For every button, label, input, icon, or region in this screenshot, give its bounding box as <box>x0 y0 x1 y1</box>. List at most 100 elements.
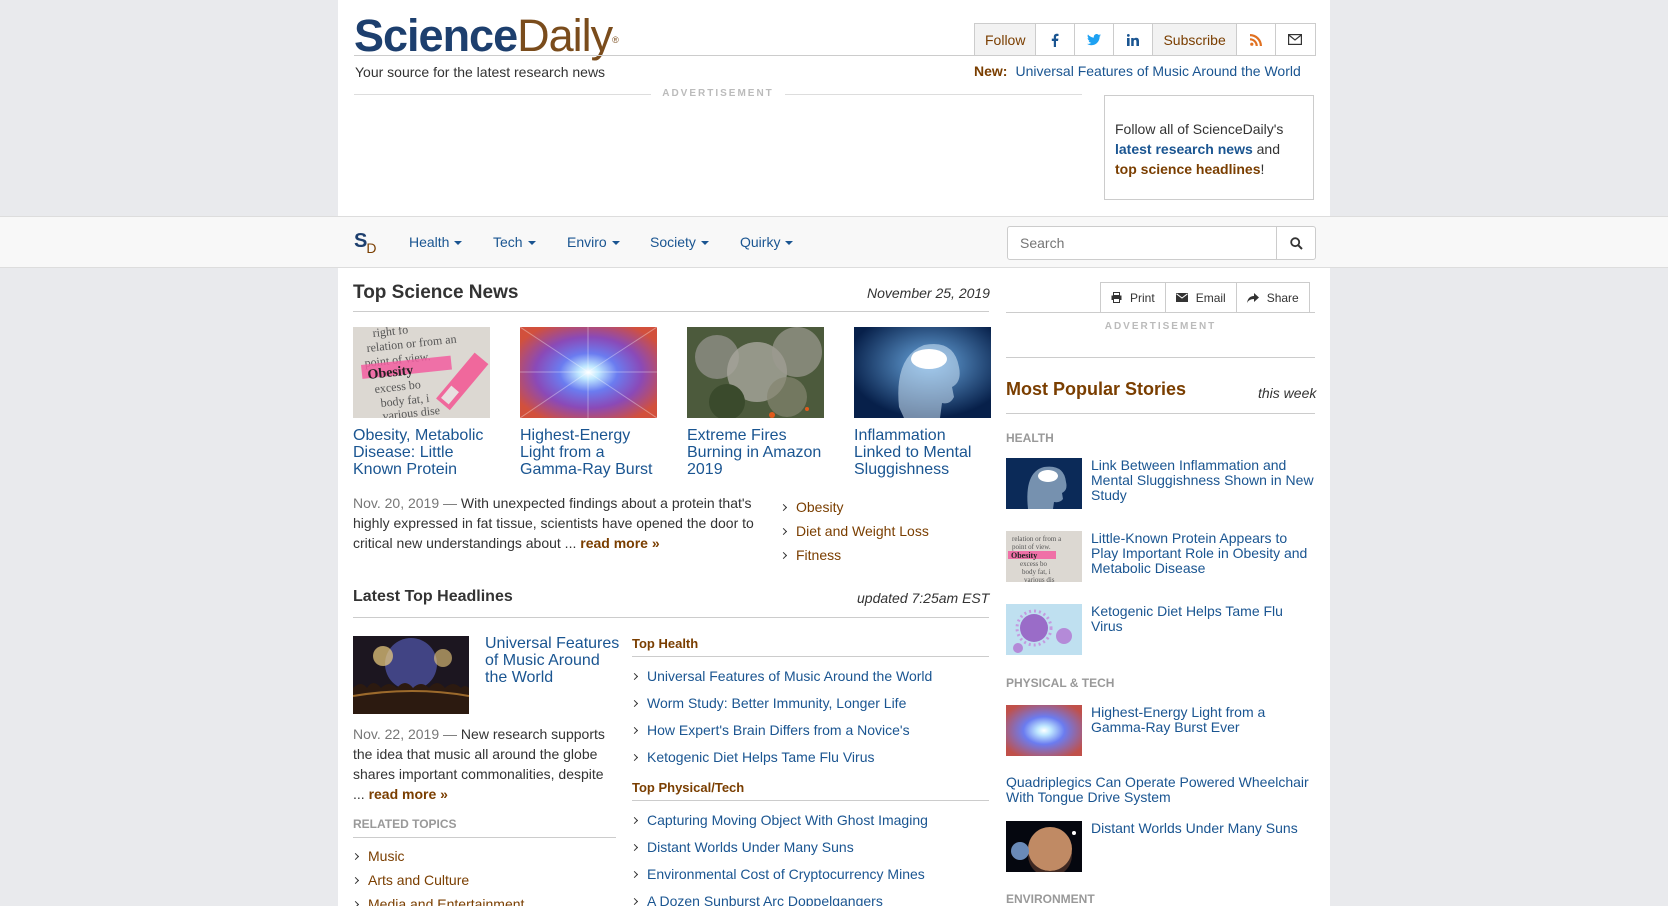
story-title-inflammation[interactable]: Inflammation Linked to Mental Sluggishne… <box>854 427 994 478</box>
chevron-right-icon <box>630 672 639 681</box>
topic-label: Fitness <box>796 547 842 563</box>
popular-story-title[interactable]: Ketogenic Diet Helps Tame Flu Virus <box>1091 604 1315 634</box>
latest-updated-time: updated 7:25am EST <box>857 590 990 606</box>
site-header: ScienceDaily® Your source for the latest… <box>338 0 1330 216</box>
share-button[interactable]: Share <box>1236 283 1309 312</box>
story-thumbnail-inflammation[interactable] <box>854 327 991 418</box>
headline-item[interactable]: A Dozen Sunburst Arc Doppelgangers <box>630 891 928 906</box>
summary-date: Nov. 20, 2019 <box>353 495 440 511</box>
email-icon[interactable] <box>1276 24 1315 55</box>
print-icon <box>1111 292 1122 303</box>
topic-item[interactable]: Obesity <box>779 497 929 521</box>
svg-text:excess bo: excess bo <box>1020 560 1048 568</box>
linkedin-icon[interactable] <box>1114 24 1154 55</box>
headline-item[interactable]: Capturing Moving Object With Ghost Imagi… <box>630 810 928 837</box>
top-science-news-heading: Top Science News <box>353 282 519 303</box>
top-health-list: Universal Features of Music Around the W… <box>630 666 932 774</box>
nav-society[interactable]: Society <box>650 234 709 250</box>
popular-story-title-no-thumb[interactable]: Quadriplegics Can Operate Powered Wheelc… <box>1006 775 1316 805</box>
topic-item[interactable]: Diet and Weight Loss <box>779 521 929 545</box>
headline-item[interactable]: Ketogenic Diet Helps Tame Flu Virus <box>630 747 932 774</box>
sd-logo-d: D <box>366 240 377 256</box>
story-thumbnail-obesity[interactable]: right fo relation or from an point of vi… <box>353 327 490 418</box>
nav-society-label: Society <box>650 234 696 250</box>
topic-item[interactable]: Arts and Culture <box>351 870 524 894</box>
topic-item[interactable]: Fitness <box>779 545 929 569</box>
subscribe-button[interactable]: Subscribe <box>1153 24 1237 55</box>
popular-story-title[interactable]: Little-Known Protein Appears to Play Imp… <box>1091 531 1315 576</box>
story-thumbnail-amazon-fires[interactable] <box>687 327 824 418</box>
headline-label: Worm Study: Better Immunity, Longer Life <box>647 695 907 711</box>
read-more-link[interactable]: read more » <box>580 535 659 551</box>
chevron-right-icon <box>351 852 360 861</box>
search-button[interactable] <box>1276 226 1316 260</box>
headline-item[interactable]: Worm Study: Better Immunity, Longer Life <box>630 693 932 720</box>
new-story-line: New: Universal Features of Music Around t… <box>974 63 1301 79</box>
print-button[interactable]: Print <box>1101 283 1166 312</box>
divider <box>1006 312 1315 313</box>
headline-item[interactable]: How Expert's Brain Differs from a Novice… <box>630 720 932 747</box>
story-title-gamma-ray[interactable]: Highest-Energy Light from a Gamma-Ray Bu… <box>520 427 660 478</box>
feature-thumbnail-concert[interactable] <box>353 636 469 714</box>
story-title-amazon-fires[interactable]: Extreme Fires Burning in Amazon 2019 <box>687 427 827 478</box>
nav-tech[interactable]: Tech <box>493 234 536 250</box>
chevron-right-icon <box>351 876 360 885</box>
topic-label: Arts and Culture <box>368 872 470 888</box>
top-physical-tech-heading: Top Physical/Tech <box>632 780 745 795</box>
top-news-date: November 25, 2019 <box>867 285 990 301</box>
svg-text:body fat, i: body fat, i <box>1022 568 1051 576</box>
main-content: Top Science News November 25, 2019 right… <box>338 268 1330 906</box>
envelope-icon <box>1175 293 1188 302</box>
chevron-right-icon <box>630 870 639 879</box>
popular-story-title[interactable]: Highest-Energy Light from a Gamma-Ray Bu… <box>1091 705 1315 735</box>
divider <box>353 837 616 838</box>
headline-item[interactable]: Distant Worlds Under Many Suns <box>630 837 928 864</box>
sd-home-logo[interactable]: SD <box>354 230 377 256</box>
caret-down-icon <box>785 241 794 246</box>
popular-story-title[interactable]: Distant Worlds Under Many Suns <box>1091 821 1315 836</box>
story-title-obesity[interactable]: Obesity, Metabolic Disease: Little Known… <box>353 427 493 478</box>
follow-box-text3: ! <box>1260 161 1265 177</box>
follow-box-text1: Follow all of ScienceDaily's <box>1115 121 1284 137</box>
logo-science: Science <box>354 10 518 61</box>
divider <box>632 656 989 657</box>
search-input[interactable] <box>1007 226 1277 260</box>
divider <box>353 617 989 618</box>
caret-down-icon <box>454 241 463 246</box>
latest-research-news-link[interactable]: latest research news <box>1115 141 1253 157</box>
facebook-icon[interactable] <box>1036 24 1076 55</box>
headline-item[interactable]: Universal Features of Music Around the W… <box>630 666 932 693</box>
twitter-icon[interactable] <box>1075 24 1115 55</box>
print-label: Print <box>1130 290 1155 305</box>
site-logo[interactable]: ScienceDaily® <box>354 10 619 61</box>
headline-item[interactable]: Environmental Cost of Cryptocurrency Min… <box>630 864 928 891</box>
story-thumbnail-gamma-ray[interactable] <box>520 327 657 418</box>
caret-down-icon <box>700 241 709 246</box>
chevron-right-icon <box>630 699 639 708</box>
popular-thumbnail-obesity: relation or from a point of view. excess b… <box>1006 531 1082 582</box>
email-share-button[interactable]: Email <box>1165 283 1237 312</box>
rss-icon[interactable] <box>1237 24 1276 55</box>
nav-health[interactable]: Health <box>409 234 463 250</box>
search-icon <box>1289 236 1303 250</box>
popular-story-title[interactable]: Link Between Inflammation and Mental Slu… <box>1091 458 1315 503</box>
top-science-headlines-link[interactable]: top science headlines <box>1115 161 1261 177</box>
nav-quirky[interactable]: Quirky <box>740 234 794 250</box>
topic-item[interactable]: Media and Entertainment <box>351 894 524 906</box>
nav-enviro[interactable]: Enviro <box>567 234 620 250</box>
share-toolbar: Print Email Share <box>1100 282 1310 313</box>
chevron-right-icon <box>351 900 360 906</box>
popular-physical-tech-label: PHYSICAL & TECH <box>1006 676 1115 690</box>
logo-daily: Daily <box>517 10 613 61</box>
email-label: Email <box>1195 290 1226 305</box>
read-more-link[interactable]: read more » <box>369 786 448 802</box>
popular-health-label: HEALTH <box>1006 431 1054 445</box>
latest-headlines-heading: Latest Top Headlines <box>353 588 513 605</box>
feature-title[interactable]: Universal Features of Music Around the W… <box>485 635 625 686</box>
nav-tech-label: Tech <box>493 234 523 250</box>
new-story-link[interactable]: Universal Features of Music Around the W… <box>1015 63 1300 79</box>
chevron-right-icon <box>630 816 639 825</box>
topic-item[interactable]: Music <box>351 846 524 870</box>
headline-label: How Expert's Brain Differs from a Novice… <box>647 722 910 738</box>
topic-label: Obesity <box>796 499 844 515</box>
